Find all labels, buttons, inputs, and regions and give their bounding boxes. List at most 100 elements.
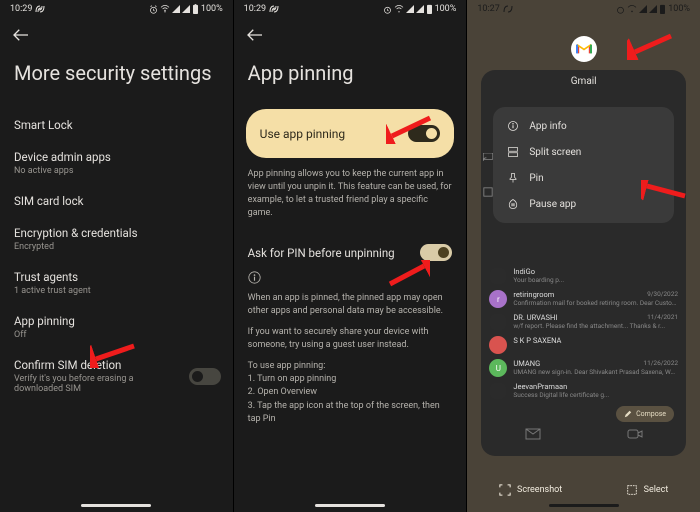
wifi-icon	[160, 5, 170, 13]
video-icon[interactable]	[627, 426, 643, 442]
item-sim-lock[interactable]: SIM card lock	[0, 185, 233, 217]
status-time: 10:29	[244, 4, 266, 14]
screen-app-pinning: 10:29 100% App pinning Use app pinning A…	[234, 0, 467, 512]
screenshot-button[interactable]: Screenshot	[499, 484, 562, 496]
alarm-icon	[149, 5, 158, 14]
compose-label: Compose	[636, 410, 666, 418]
battery-pct: 100%	[435, 4, 457, 14]
item-encryption[interactable]: Encryption & credentials Encrypted	[0, 217, 233, 261]
info-icon	[507, 120, 519, 132]
signal-icon	[172, 5, 180, 13]
item-label: Confirm SIM deletion	[14, 358, 181, 372]
item-label: SIM card lock	[14, 194, 219, 208]
signal-icon	[416, 5, 424, 13]
nfc-icon	[269, 5, 279, 13]
signal-icon	[406, 5, 414, 13]
app-bottom-nav	[481, 424, 686, 444]
item-device-admin[interactable]: Device admin apps No active apps	[0, 141, 233, 185]
compose-button[interactable]: Compose	[616, 406, 674, 422]
mail-row[interactable]: DR. URVASHI11/4/2021w/f report. Please f…	[489, 313, 678, 331]
instruction-text: When an app is pinned, the pinned app ma…	[234, 292, 467, 433]
toggle-use-app-pinning[interactable]	[408, 125, 440, 142]
item-label: Trust agents	[14, 270, 219, 284]
mail-row[interactable]: S K P SAXENA	[489, 336, 678, 354]
item-sublabel: Verify it's you before erasing a downloa…	[14, 374, 181, 394]
mail-row[interactable]: rretiringroom9/30/2022Confirmation mail …	[489, 290, 678, 308]
status-bar: 10:29 100%	[0, 0, 233, 18]
back-icon[interactable]	[12, 28, 30, 42]
recent-app-card[interactable]: Gmail App info Split screen	[481, 70, 686, 456]
item-sublabel: Off	[14, 330, 219, 340]
select-button[interactable]: Select	[626, 484, 669, 496]
toggle-confirm-sim[interactable]	[189, 368, 221, 385]
pause-icon	[507, 198, 519, 210]
gesture-bar[interactable]	[315, 504, 385, 507]
status-time: 10:27	[477, 4, 499, 14]
mail-row[interactable]: JeevanPramaanSuccess Digital life certif…	[489, 382, 678, 400]
item-smart-lock[interactable]: Smart Lock	[0, 109, 233, 141]
item-sublabel: 1 active trust agent	[14, 286, 219, 296]
page-title: More security settings	[0, 48, 233, 109]
item-sublabel: No active apps	[14, 166, 219, 176]
status-time: 10:29	[10, 4, 32, 14]
pencil-icon	[624, 410, 632, 418]
menu-label: Pause app	[529, 199, 576, 210]
mail-row[interactable]: IndiGoYour boarding p...	[489, 267, 678, 285]
item-sublabel: Encrypted	[14, 242, 219, 252]
gmail-icon	[576, 43, 592, 55]
page-title: App pinning	[234, 48, 467, 109]
menu-pause[interactable]: Pause app	[493, 191, 674, 217]
screen-more-security: 10:29 100% More security settings Smart …	[0, 0, 233, 512]
screenshot-icon	[499, 484, 511, 496]
back-icon[interactable]	[246, 28, 264, 42]
menu-split-screen[interactable]: Split screen	[493, 139, 674, 165]
nfc-icon	[35, 5, 45, 13]
split-icon	[507, 146, 519, 158]
signal-icon	[639, 5, 647, 13]
item-label: App pinning	[14, 314, 219, 328]
signal-icon	[649, 5, 657, 13]
item-trust-agents[interactable]: Trust agents 1 active trust agent	[0, 261, 233, 305]
mail-icon[interactable]	[525, 426, 541, 442]
menu-app-info[interactable]: App info	[493, 113, 674, 139]
nfc-icon	[503, 5, 513, 13]
mail-row[interactable]: UUMANG11/26/2022UMANG new sign-in. Dear …	[489, 359, 678, 377]
select-icon	[626, 484, 638, 496]
app-title: Gmail	[481, 70, 686, 93]
battery-pct: 100%	[668, 4, 690, 14]
toggle-ask-pin[interactable]	[420, 244, 452, 261]
gesture-bar[interactable]	[549, 504, 619, 507]
screen-overview: 10:27 100% Gmail	[467, 0, 700, 512]
context-menu: App info Split screen Pin Pause app	[493, 107, 674, 223]
status-bar: 10:27 100%	[467, 0, 700, 18]
battery-icon	[659, 4, 666, 14]
action-label: Select	[644, 485, 669, 495]
wifi-icon	[394, 5, 404, 13]
item-app-pinning[interactable]: App pinning Off	[0, 305, 233, 349]
card-label: Use app pinning	[260, 127, 346, 141]
overview-actions: Screenshot Select	[467, 484, 700, 496]
item-confirm-sim[interactable]: Confirm SIM deletion Verify it's you bef…	[0, 349, 233, 403]
side-icons	[483, 153, 493, 197]
battery-icon	[192, 4, 199, 14]
app-icon-button[interactable]	[571, 36, 597, 62]
menu-label: Pin	[529, 173, 543, 184]
alarm-icon	[616, 5, 625, 14]
item-label: Device admin apps	[14, 150, 219, 164]
battery-pct: 100%	[201, 4, 223, 14]
use-app-pinning-card[interactable]: Use app pinning	[246, 109, 455, 158]
item-label: Smart Lock	[14, 118, 219, 132]
signal-icon	[182, 5, 190, 13]
mail-list: IndiGoYour boarding p... rretiringroom9/…	[489, 267, 678, 400]
description-text: App pinning allows you to keep the curre…	[234, 168, 467, 232]
item-label: Encryption & credentials	[14, 226, 219, 240]
ask-pin-row[interactable]: Ask for PIN before unpinning	[234, 232, 467, 267]
menu-pin[interactable]: Pin	[493, 165, 674, 191]
settings-list: Smart Lock Device admin apps No active a…	[0, 109, 233, 403]
action-label: Screenshot	[517, 485, 562, 495]
wifi-icon	[627, 5, 637, 13]
menu-label: App info	[529, 121, 566, 132]
info-icon	[248, 271, 261, 284]
gesture-bar[interactable]	[81, 504, 151, 507]
ask-pin-label: Ask for PIN before unpinning	[248, 246, 395, 260]
